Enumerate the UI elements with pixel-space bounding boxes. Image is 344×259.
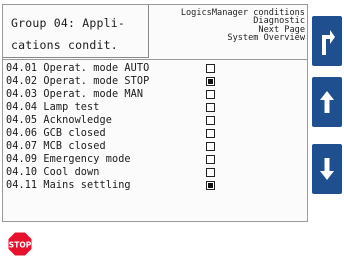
condition-row: 04.04 Lamp test bbox=[6, 101, 304, 114]
stop-button[interactable]: STOP bbox=[8, 232, 32, 256]
return-button[interactable] bbox=[312, 16, 342, 66]
softkey-hints: LogicsManager conditions Diagnostic Next… bbox=[149, 8, 305, 44]
checkbox-unchecked bbox=[206, 142, 215, 151]
condition-label: 04.05 Acknowledge bbox=[6, 115, 112, 126]
condition-label: 04.06 GCB closed bbox=[6, 128, 106, 139]
condition-row: 04.03 Operat. mode MAN bbox=[6, 88, 304, 101]
hint-system-overview: System Overview bbox=[227, 33, 305, 44]
condition-label: 04.09 Emergency mode bbox=[6, 154, 131, 165]
condition-label: 04.07 MCB closed bbox=[6, 141, 106, 152]
arrow-up-icon bbox=[320, 91, 334, 113]
scroll-up-button[interactable] bbox=[312, 77, 342, 127]
return-arrow-icon bbox=[322, 30, 335, 55]
condition-row: 04.02 Operat. mode STOP bbox=[6, 75, 304, 88]
checkbox-unchecked bbox=[206, 64, 215, 73]
checkbox-unchecked bbox=[206, 129, 215, 138]
stop-label: STOP bbox=[9, 241, 32, 250]
condition-row: 04.10 Cool down bbox=[6, 166, 304, 179]
condition-label: 04.04 Lamp test bbox=[6, 102, 100, 113]
condition-list: 04.01 Operat. mode AUTO 04.02 Operat. mod… bbox=[6, 62, 304, 192]
condition-row: 04.05 Acknowledge bbox=[6, 114, 304, 127]
condition-row: 04.11 Mains settling bbox=[6, 179, 304, 192]
arrow-down-icon bbox=[320, 158, 334, 180]
condition-label: 04.02 Operat. mode STOP bbox=[6, 76, 150, 87]
checkbox-unchecked bbox=[206, 155, 215, 164]
condition-row: 04.01 Operat. mode AUTO bbox=[6, 62, 304, 75]
checkbox-unchecked bbox=[206, 103, 215, 112]
page-title-line-1: Group 04: Appli- bbox=[11, 16, 125, 30]
checkbox-unchecked bbox=[206, 90, 215, 99]
condition-label: 04.03 Operat. mode MAN bbox=[6, 89, 144, 100]
condition-row: 04.09 Emergency mode bbox=[6, 153, 304, 166]
header-separator bbox=[3, 59, 307, 60]
checkbox-unchecked bbox=[206, 116, 215, 125]
hmi-screen: Group 04: Appli- cations condit. LogicsM… bbox=[0, 0, 344, 259]
page-title-line-2: cations condit. bbox=[11, 38, 118, 52]
page-title-box: Group 04: Appli- cations condit. bbox=[3, 5, 149, 58]
checkbox-unchecked bbox=[206, 168, 215, 177]
condition-label: 04.01 Operat. mode AUTO bbox=[6, 63, 150, 74]
checkbox-checked bbox=[206, 181, 215, 190]
condition-row: 04.06 GCB closed bbox=[6, 127, 304, 140]
condition-row: 04.07 MCB closed bbox=[6, 140, 304, 153]
lcd-display: Group 04: Appli- cations condit. LogicsM… bbox=[2, 4, 308, 222]
scroll-down-button[interactable] bbox=[312, 144, 342, 194]
condition-label: 04.10 Cool down bbox=[6, 167, 100, 178]
condition-label: 04.11 Mains settling bbox=[6, 180, 131, 191]
checkbox-checked bbox=[206, 77, 215, 86]
